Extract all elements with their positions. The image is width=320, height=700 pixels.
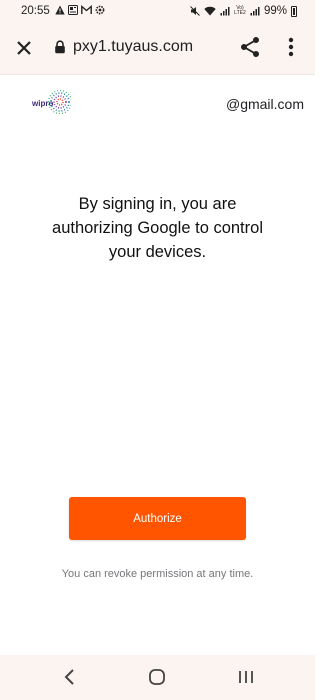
volte-icon: Vo) LTE2 [234,5,246,16]
wifi-icon [204,6,216,16]
browser-toolbar: pxy1.tuyaus.com [0,24,315,75]
share-icon[interactable] [239,36,261,58]
status-right-icons: Vo) LTE2 99% [190,5,297,17]
battery-icon [291,5,297,17]
news-icon [68,5,78,15]
authorize-button[interactable]: Authorize [69,497,246,540]
message-line: your devices. [108,243,207,261]
status-bar: 20:55 Vo) LTE2 99% [0,0,315,24]
more-vert-icon[interactable] [283,36,299,58]
message-line: By signing in, you are [78,195,237,213]
signal-icon [220,7,230,16]
navigation-bar [0,655,315,700]
revoke-note: You can revoke permission at any time. [61,568,254,580]
back-icon[interactable] [62,668,78,686]
home-icon[interactable] [148,668,166,686]
battery-percent: 99% [263,5,287,17]
close-icon[interactable] [14,38,34,58]
message-line: authorizing Google to control [52,219,263,237]
lock-icon[interactable] [54,40,66,54]
recents-icon[interactable] [237,669,255,685]
status-left-icons [55,5,105,15]
settings-gear-icon [95,5,105,15]
signal-icon [250,7,260,16]
mute-icon [190,6,200,16]
gmail-icon [81,5,92,14]
page-url[interactable]: pxy1.tuyaus.com [73,38,193,56]
authorization-message: By signing in, you are authorizing Googl… [40,192,275,264]
alert-icon [55,5,65,15]
status-time: 20:55 [21,5,50,17]
wipro-logo: wipro [31,89,71,115]
account-email: @gmail.com [225,96,304,112]
